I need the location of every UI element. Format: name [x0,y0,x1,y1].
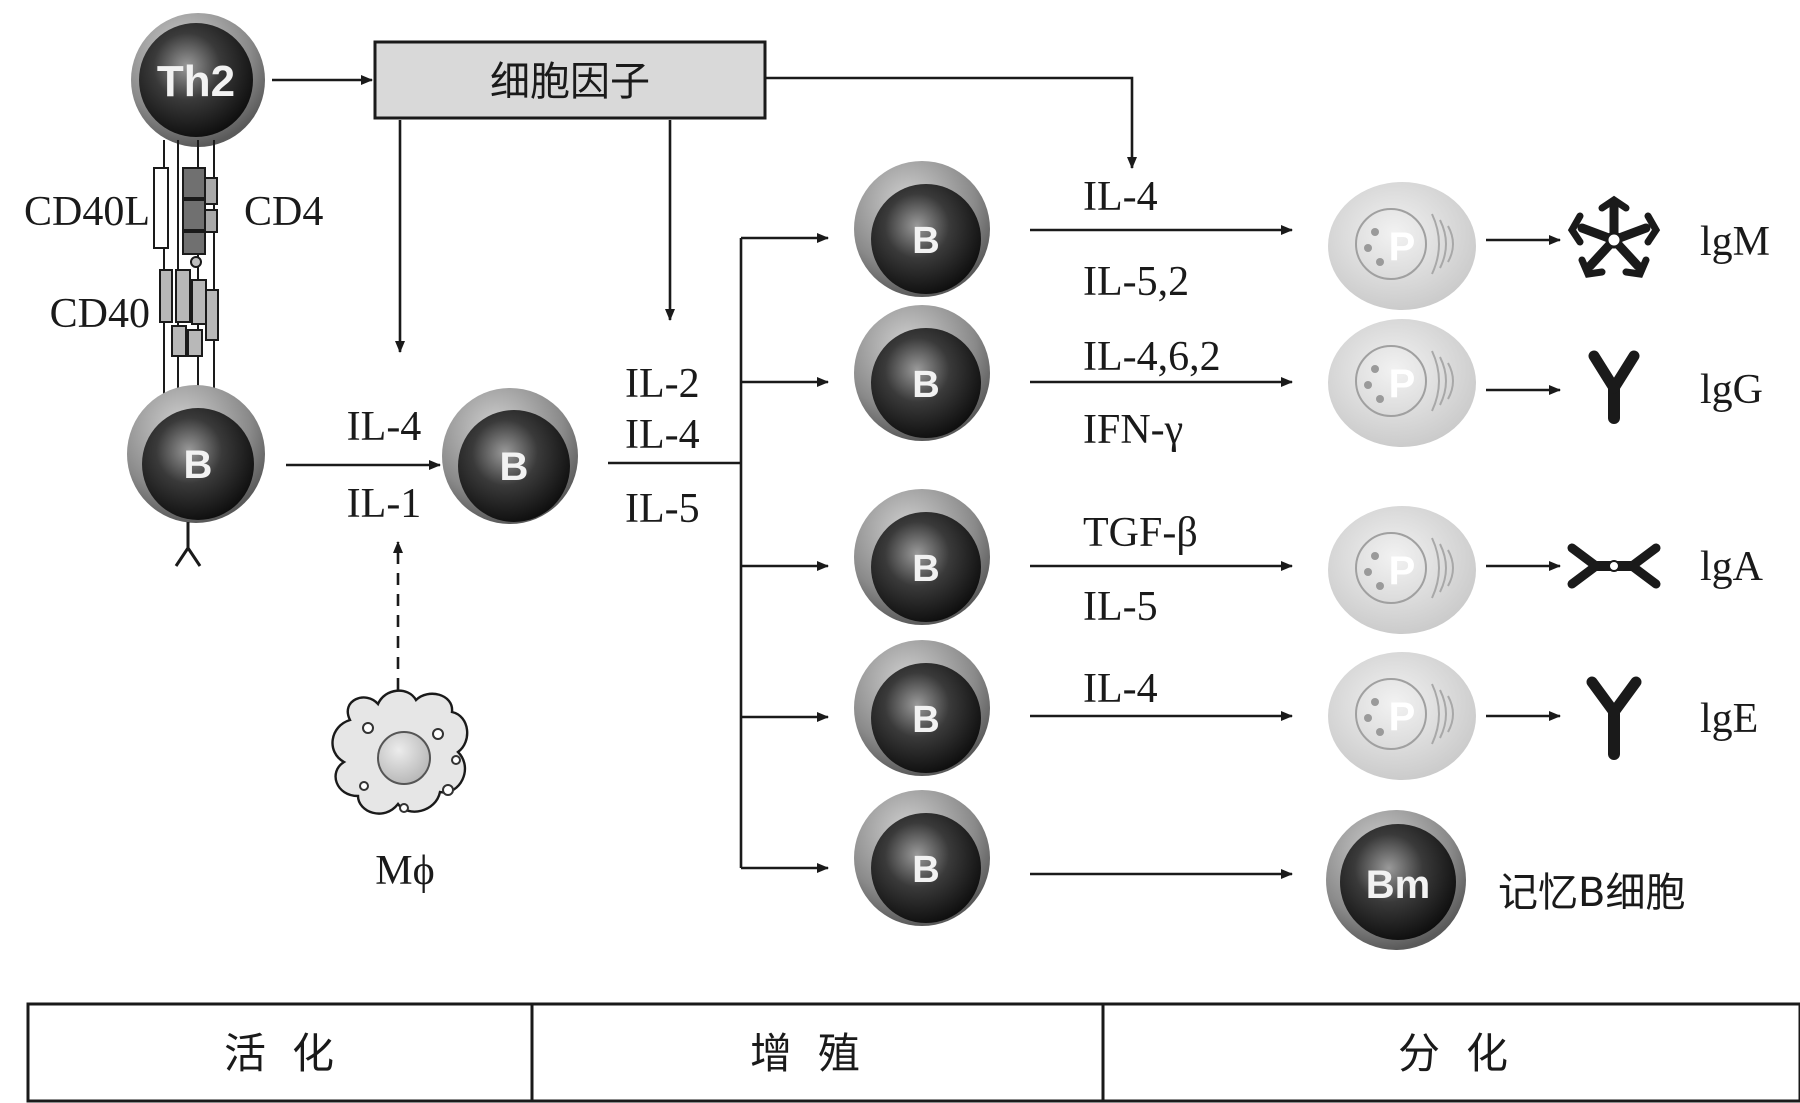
plasma-cell-4: P [1328,652,1476,780]
stage-proliferation: 增殖 [750,1029,886,1078]
ige-monomer-icon [1586,676,1642,760]
plasma-cell-1: P [1328,182,1476,310]
branch-4-antibody-label: lgE [1700,696,1758,742]
cd40-label: CD40 [50,291,150,337]
memory-cell-label: Bm [1366,863,1430,907]
plasma-label: P [1389,225,1416,269]
activated-b-cell: B [442,388,578,524]
plasma-label: P [1389,549,1416,593]
b-cell-label: B [912,364,939,406]
branch-2-signal-top: IL-4,6,2 [1083,334,1221,380]
stage-bar: 活化 增殖 分化 [26,1002,1800,1103]
th2-label: Th2 [157,57,235,106]
branch-1-signal-bottom: IL-5,2 [1083,259,1189,305]
activated-b-cell-label: B [500,445,529,489]
plasma-cell-3: P [1328,506,1476,634]
th2-cell: Th2 [131,13,265,147]
stage-differentiation: 分化 [1398,1029,1534,1078]
b-cell-label: B [912,699,939,741]
plasma-cell-2: P [1328,319,1476,447]
branch-3-signal-bottom: IL-5 [1083,584,1158,630]
cd4-label: CD4 [244,189,323,235]
proliferation-signal-1: IL-2 [625,361,700,407]
cytokine-box: 细胞因子 [373,40,767,120]
stage-activation: 活化 [224,1029,360,1078]
b-cell-label: B [912,548,939,590]
branch-2-antibody-label: lgG [1700,367,1763,413]
initial-b-cell-label: B [184,443,213,487]
igm-pentamer-icon [1567,195,1661,278]
activation-signal-bottom: IL-1 [347,481,422,527]
memory-b-cell: Bm [1326,810,1466,950]
proliferation-signal-2: IL-4 [625,412,700,458]
macrophage-label: Mϕ [375,848,434,894]
proliferating-b-cell-4: B [854,640,990,776]
branch-3-antibody-label: lgA [1700,544,1764,590]
cytokine-box-label: 细胞因子 [490,59,650,105]
b-cell-label: B [912,849,939,891]
iga-dimer-icon [1567,543,1661,589]
b-cell-differentiation-diagram: Th2 CD40L CD4 CD40 B 细胞因子 IL-4 IL-1 B Mϕ… [24,13,1800,1103]
proliferating-b-cell-3: B [854,489,990,625]
arrow-cytokine-to-differentiation [765,76,1137,169]
branch-1-signal-top: IL-4 [1083,174,1158,220]
plasma-label: P [1389,362,1416,406]
activation-signal-top: IL-4 [347,404,422,450]
receptor-complex [153,140,219,395]
plasma-label: P [1389,695,1416,739]
memory-b-cell-caption: 记忆B细胞 [1498,870,1685,916]
igg-monomer-icon [1588,350,1640,424]
initial-b-cell: B [127,385,265,567]
branch-1-antibody-label: lgM [1700,219,1770,265]
macrophage-cell [331,689,469,815]
proliferating-b-cell-1: B [854,161,990,297]
branch-3-signal-top: TGF-β [1083,510,1198,556]
branch-2-signal-bottom: IFN-γ [1083,407,1183,453]
proliferating-b-cell-2: B [854,305,990,441]
b-cell-label: B [912,220,939,262]
bcr-icon [174,522,202,567]
cd40l-label: CD40L [24,189,150,235]
proliferation-signal-3: IL-5 [625,486,700,532]
branch-4-signal-top: IL-4 [1083,666,1158,712]
proliferating-b-cell-5: B [854,790,990,926]
